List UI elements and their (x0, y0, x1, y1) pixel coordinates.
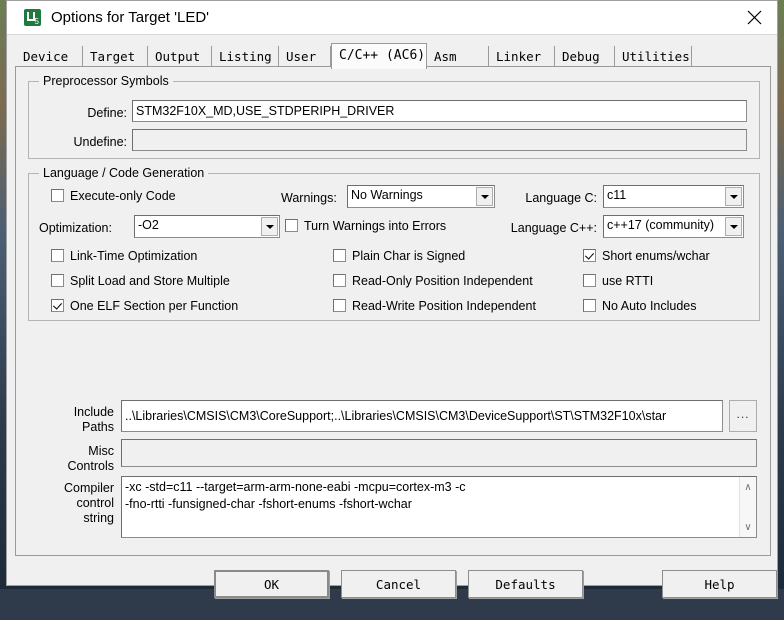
compiler-control-string-label-line1: Compiler (30, 481, 114, 495)
tab-linker[interactable]: Linker (489, 46, 555, 67)
define-input[interactable]: STM32F10X_MD,USE_STDPERIPH_DRIVER (132, 100, 747, 122)
compiler-string-scrollbar[interactable]: ∧ ∨ (739, 477, 756, 537)
optimization-combo[interactable]: -O2 (134, 215, 280, 238)
c-cpp-settings-page: Preprocessor Symbols Define: STM32F10X_M… (15, 66, 771, 556)
warnings-combo[interactable]: No Warnings (347, 185, 495, 208)
read-write-position-independent-checkbox[interactable]: Read-Write Position Independent (333, 299, 536, 313)
compiler-control-string-textarea[interactable]: -xc -std=c11 --target=arm-arm-none-eabi … (121, 476, 757, 538)
dialog-button-row: OK Cancel Defaults Help (7, 562, 777, 620)
optimization-value: -O2 (138, 218, 159, 232)
warnings-label: Warnings: (281, 191, 337, 205)
no-auto-includes-label: No Auto Includes (602, 299, 697, 313)
misc-controls-input[interactable] (121, 439, 757, 467)
language-cpp-label: Language C++: (487, 221, 597, 235)
turn-warnings-into-errors-checkbox[interactable]: Turn Warnings into Errors (285, 219, 446, 233)
plain-char-is-signed-checkbox[interactable]: Plain Char is Signed (333, 249, 465, 263)
execute-only-code-checkbox[interactable]: Execute-only Code (51, 189, 176, 203)
language-code-generation-group: Language / Code Generation Execute-only … (28, 173, 760, 321)
dialog-client-area: Device Target Output Listing User C/C++ … (7, 34, 777, 585)
short-enums-wchar-checkbox[interactable]: Short enums/wchar (583, 249, 710, 263)
read-only-position-independent-label: Read-Only Position Independent (352, 274, 533, 288)
checkbox-box (333, 249, 346, 262)
checkbox-box (583, 274, 596, 287)
compiler-control-string-label-line3: string (30, 511, 114, 525)
tab-c-cpp-ac6[interactable]: C/C++ (AC6) (331, 43, 427, 69)
tab-user[interactable]: User (279, 46, 331, 67)
close-icon[interactable] (731, 1, 777, 34)
scroll-up-icon[interactable]: ∧ (740, 479, 756, 495)
tab-debug[interactable]: Debug (555, 46, 615, 67)
chevron-down-icon[interactable] (476, 187, 493, 206)
include-paths-browse-button[interactable]: ... (729, 400, 757, 432)
language-code-generation-legend: Language / Code Generation (39, 166, 208, 180)
read-write-position-independent-label: Read-Write Position Independent (352, 299, 536, 313)
language-cpp-value: c++17 (community) (607, 218, 714, 232)
no-auto-includes-checkbox[interactable]: No Auto Includes (583, 299, 697, 313)
defaults-button[interactable]: Defaults (468, 570, 583, 598)
chevron-down-icon[interactable] (725, 187, 742, 206)
execute-only-code-label: Execute-only Code (70, 189, 176, 203)
undefine-label: Undefine: (49, 135, 127, 149)
tab-target[interactable]: Target (83, 46, 148, 67)
misc-controls-label-line2: Controls (36, 459, 114, 473)
checkbox-box (51, 299, 64, 312)
checkbox-box (333, 299, 346, 312)
undefine-input[interactable] (132, 129, 747, 151)
compiler-control-string-label-line2: control (30, 496, 114, 510)
preprocessor-symbols-group: Preprocessor Symbols Define: STM32F10X_M… (28, 81, 760, 159)
use-rtti-label: use RTTI (602, 274, 653, 288)
one-elf-section-label: One ELF Section per Function (70, 299, 238, 313)
tab-utilities[interactable]: Utilities (615, 46, 692, 67)
help-button[interactable]: Help (662, 570, 777, 598)
options-dialog: Options for Target 'LED' Device Target O… (6, 0, 778, 586)
split-load-store-label: Split Load and Store Multiple (70, 274, 230, 288)
link-time-optimization-label: Link-Time Optimization (70, 249, 197, 263)
checkbox-box (51, 274, 64, 287)
title-bar: Options for Target 'LED' (7, 1, 777, 34)
tab-asm[interactable]: Asm (427, 46, 489, 67)
use-rtti-checkbox[interactable]: use RTTI (583, 274, 653, 288)
checkbox-box (51, 189, 64, 202)
warnings-value: No Warnings (351, 188, 423, 202)
language-cpp-combo[interactable]: c++17 (community) (603, 215, 744, 238)
tab-device[interactable]: Device (15, 46, 83, 67)
ok-button[interactable]: OK (214, 570, 329, 598)
cancel-button[interactable]: Cancel (341, 570, 456, 598)
include-paths-label-line2: Paths (46, 420, 114, 434)
include-paths-input[interactable]: ..\Libraries\CMSIS\CM3\CoreSupport;..\Li… (121, 400, 723, 432)
checkbox-box (583, 299, 596, 312)
link-time-optimization-checkbox[interactable]: Link-Time Optimization (51, 249, 197, 263)
tab-output[interactable]: Output (148, 46, 212, 67)
define-label: Define: (59, 106, 127, 120)
scroll-down-icon[interactable]: ∨ (740, 519, 756, 535)
turn-warnings-into-errors-label: Turn Warnings into Errors (304, 219, 446, 233)
misc-controls-label-line1: Misc (36, 444, 114, 458)
split-load-store-checkbox[interactable]: Split Load and Store Multiple (51, 274, 230, 288)
one-elf-section-checkbox[interactable]: One ELF Section per Function (51, 299, 238, 313)
checkbox-box (583, 249, 596, 262)
window-title: Options for Target 'LED' (51, 9, 209, 26)
language-c-value: c11 (607, 188, 626, 202)
language-c-label: Language C: (499, 191, 597, 205)
chevron-down-icon[interactable] (725, 217, 742, 236)
chevron-down-icon[interactable] (261, 217, 278, 236)
uvision-icon (24, 9, 41, 26)
read-only-position-independent-checkbox[interactable]: Read-Only Position Independent (333, 274, 533, 288)
preprocessor-symbols-legend: Preprocessor Symbols (39, 74, 173, 88)
checkbox-box (285, 219, 298, 232)
tab-strip: Device Target Output Listing User C/C++ … (15, 43, 769, 67)
checkbox-box (333, 274, 346, 287)
plain-char-is-signed-label: Plain Char is Signed (352, 249, 465, 263)
optimization-label: Optimization: (39, 221, 112, 235)
compiler-control-string-value: -xc -std=c11 --target=arm-arm-none-eabi … (125, 479, 738, 513)
short-enums-wchar-label: Short enums/wchar (602, 249, 710, 263)
include-paths-label-line1: Include (46, 405, 114, 419)
tab-listing[interactable]: Listing (212, 46, 279, 67)
checkbox-box (51, 249, 64, 262)
language-c-combo[interactable]: c11 (603, 185, 744, 208)
